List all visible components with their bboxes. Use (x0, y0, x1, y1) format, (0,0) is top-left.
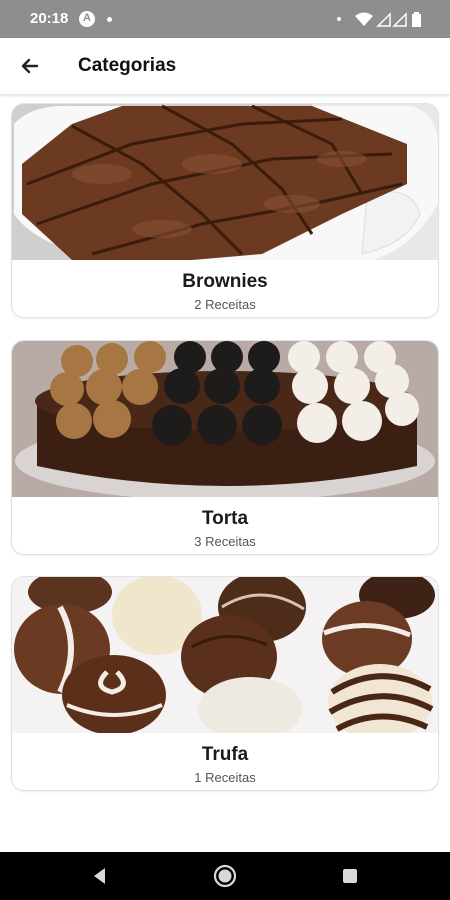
recipe-count: 2 Receitas (194, 297, 256, 312)
chocolate-cake-photo (12, 341, 438, 497)
dot-icon (107, 17, 112, 22)
page-title: Categorias (78, 55, 177, 76)
nav-home-button[interactable] (213, 864, 237, 888)
recipe-count: 1 Receitas (194, 770, 256, 785)
nav-recents-button[interactable] (338, 864, 362, 888)
app-bar: Categorias (0, 38, 450, 94)
home-circle-icon (213, 864, 237, 888)
category-card-trufa[interactable]: Trufa 1 Receitas (12, 577, 438, 790)
recents-square-icon (343, 869, 357, 883)
notification-a-icon (79, 11, 95, 27)
category-name: Brownies (182, 271, 268, 292)
wifi-icon (355, 12, 373, 26)
back-triangle-icon (94, 868, 105, 884)
back-button[interactable] (16, 52, 44, 80)
category-name: Torta (201, 508, 249, 529)
battery-icon (412, 12, 421, 27)
category-list[interactable]: Brownies 2 Receitas Torta 3 Receitas Tru… (0, 94, 450, 852)
brownies-photo (12, 104, 438, 260)
nav-back-button[interactable] (88, 864, 112, 888)
status-bar: 20:18 (0, 0, 450, 38)
truffles-photo (12, 577, 438, 733)
category-card-brownies[interactable]: Brownies 2 Receitas (12, 104, 438, 317)
dot-icon (337, 17, 341, 21)
arrow-left-icon (21, 58, 39, 74)
recipe-count: 3 Receitas (194, 534, 256, 549)
category-name: Trufa (201, 744, 249, 765)
system-nav-bar (0, 852, 450, 900)
category-card-torta[interactable]: Torta 3 Receitas (12, 341, 438, 554)
status-time: 20:18 (30, 10, 69, 27)
signal-icon (376, 12, 407, 27)
system-status-icons (355, 12, 421, 27)
